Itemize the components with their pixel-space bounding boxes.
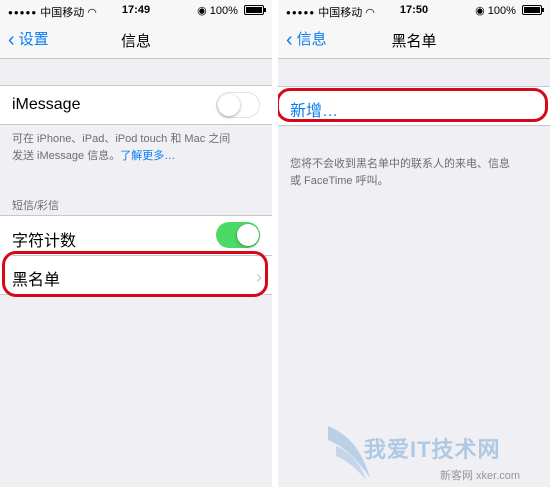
battery-percent: 100% [209, 5, 238, 17]
battery-icon [244, 5, 266, 15]
char-count-label: 字符计数 [12, 233, 77, 250]
description-line: 发送 iMessage 信息。了解更多… [12, 150, 176, 162]
status-bar: ●●●●● 中国移动 ◠ 17:50 ◉ 100% [278, 0, 550, 20]
status-bar: ●●●●● 中国移动 ◠ 17:49 ◉ 100% [0, 0, 272, 20]
description-line: 或 FaceTime 呼叫。 [290, 175, 389, 187]
watermark-subtext: 新客网 xker.com [440, 470, 521, 482]
page-title: 黑名单 [391, 33, 437, 50]
page-title: 信息 [120, 33, 151, 50]
navigation-bar: ‹ 信息 黑名单 [278, 20, 550, 59]
toggle-knob [237, 224, 259, 246]
learn-more-link[interactable]: 了解更多… [120, 150, 175, 162]
rotation-lock-icon: ◉ [197, 5, 207, 17]
imessage-toggle[interactable] [216, 92, 260, 118]
settings-messages-screen: ●●●●● 中国移动 ◠ 17:49 ◉ 100% ‹ 设置 信息 iMessag… [0, 0, 272, 487]
highlight-circle [2, 251, 268, 297]
battery-percent: 100% [487, 5, 516, 17]
rotation-lock-icon: ◉ [475, 5, 485, 17]
char-count-toggle[interactable] [216, 222, 260, 248]
toggle-knob [218, 94, 240, 116]
watermark-text: 我爱IT技术网 [364, 437, 501, 462]
battery-icon [522, 5, 544, 15]
imessage-label: iMessage [12, 96, 81, 113]
navigation-bar: ‹ 设置 信息 [0, 20, 272, 59]
description-line: 可在 iPhone、iPad、iPod touch 和 Mac 之间 [12, 133, 231, 145]
battery-indicator: ◉ 100% [197, 4, 266, 17]
highlight-circle [278, 88, 548, 122]
imessage-row: iMessage [0, 85, 272, 125]
imessage-description: 可在 iPhone、iPad、iPod touch 和 Mac 之间 发送 iM… [12, 131, 262, 165]
battery-indicator: ◉ 100% [475, 4, 544, 17]
blacklist-description: 您将不会收到黑名单中的联系人的来电、信息 或 FaceTime 呼叫。 [290, 156, 546, 190]
description-line: 您将不会收到黑名单中的联系人的来电、信息 [290, 158, 510, 170]
blacklist-screen: ●●●●● 中国移动 ◠ 17:50 ◉ 100% ‹ 信息 黑名单 新增… 您将… [278, 0, 550, 487]
sms-section-header: 短信/彩信 [12, 200, 60, 212]
watermark: 我爱IT技术网 新客网 xker.com [324, 420, 544, 484]
